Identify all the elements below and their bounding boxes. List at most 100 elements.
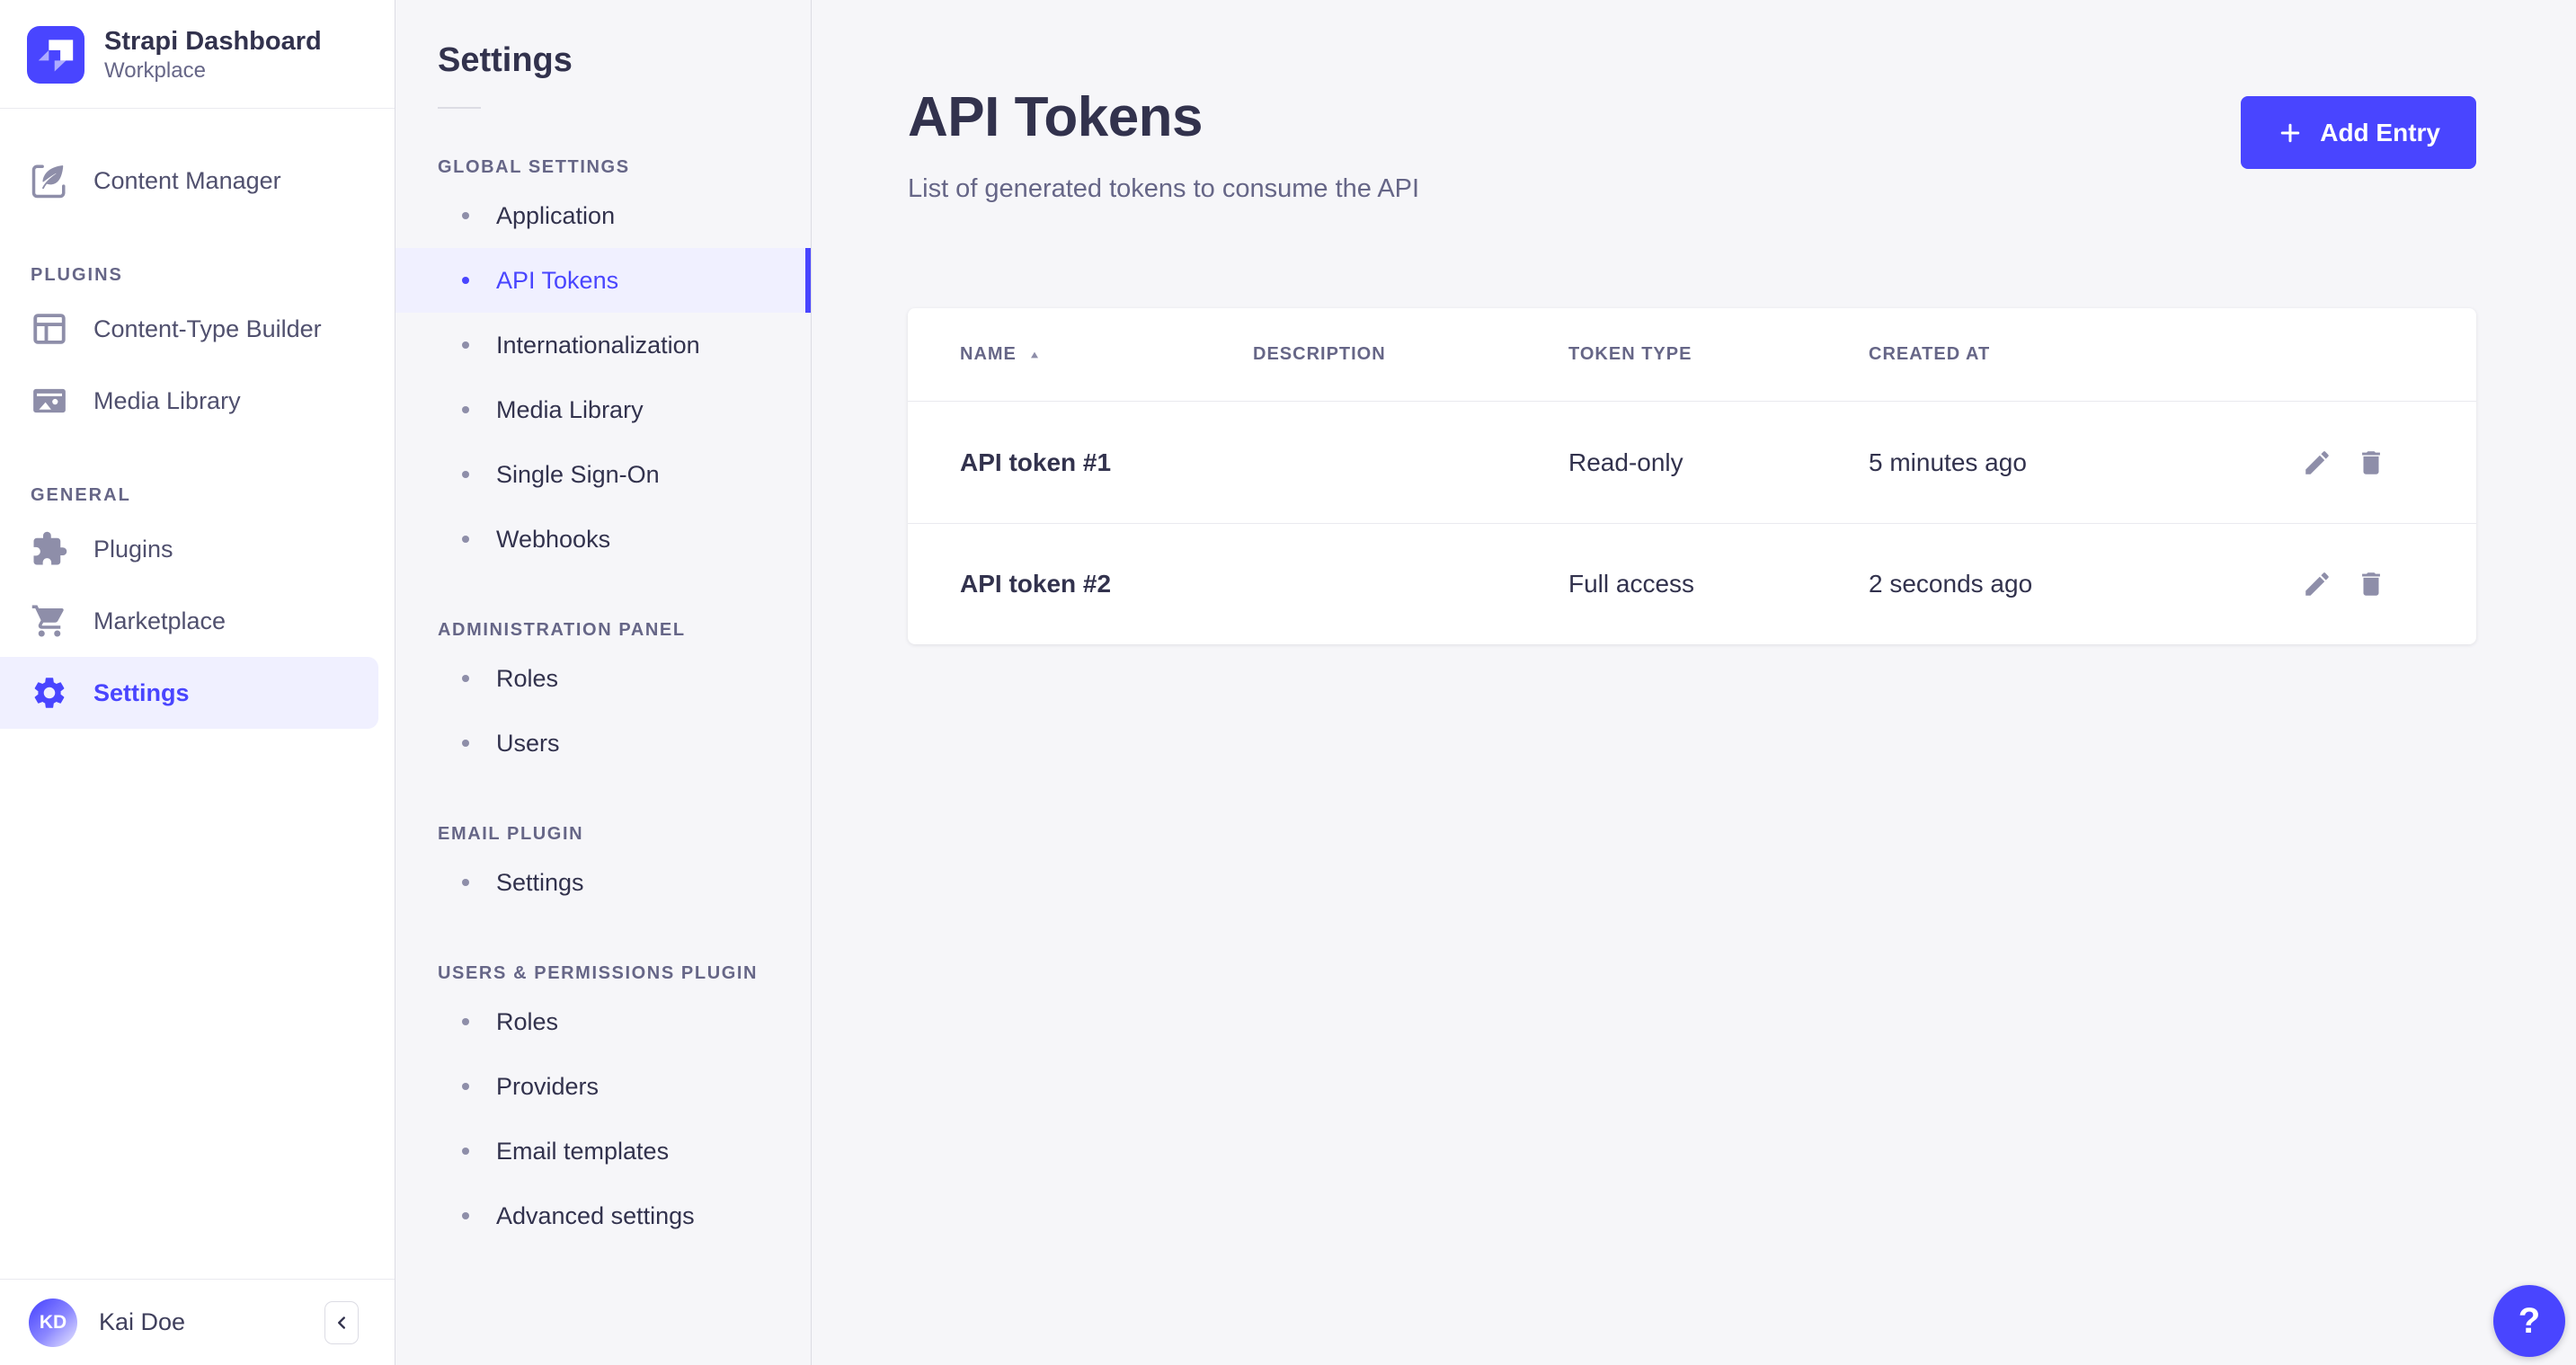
- subnav-item-label: Advanced settings: [496, 1202, 695, 1230]
- bullet-icon: [462, 740, 469, 747]
- token-created-at: 5 minutes ago: [1869, 448, 2302, 477]
- workspace-name: Workplace: [104, 58, 322, 84]
- subnav-item-providers[interactable]: Providers: [395, 1054, 811, 1119]
- subnav-item-label: Media Library: [496, 396, 644, 424]
- table-row[interactable]: API token #1 Read-only 5 minutes ago: [908, 402, 2476, 523]
- api-tokens-table: NAME DESCRIPTION TOKEN TYPE CREATED AT A: [908, 308, 2476, 644]
- bullet-icon: [462, 341, 469, 349]
- column-header-token-type[interactable]: TOKEN TYPE: [1568, 344, 1869, 365]
- subnav-divider: [438, 107, 481, 109]
- question-mark-icon: ?: [2518, 1301, 2540, 1342]
- bullet-icon: [462, 536, 469, 543]
- bullet-icon: [462, 1018, 469, 1025]
- bullet-icon: [462, 1083, 469, 1090]
- sidebar-item-marketplace[interactable]: Marketplace: [0, 585, 395, 657]
- sidebar-section-plugins: PLUGINS: [31, 265, 395, 286]
- app-title: Strapi Dashboard: [104, 25, 322, 58]
- subnav-item-webhooks[interactable]: Webhooks: [395, 507, 811, 572]
- help-button[interactable]: ?: [2493, 1285, 2565, 1357]
- settings-gear-icon: [31, 674, 68, 712]
- content-type-builder-icon: [31, 310, 68, 348]
- subnav-item-media-library[interactable]: Media Library: [395, 377, 811, 442]
- main-content: API Tokens List of generated tokens to c…: [812, 0, 2576, 1365]
- subnav-item-internationalization[interactable]: Internationalization: [395, 313, 811, 377]
- subnav-item-label: Single Sign-On: [496, 461, 660, 489]
- sidebar-item-settings[interactable]: Settings: [0, 657, 378, 729]
- page-subtitle: List of generated tokens to consume the …: [908, 174, 1419, 204]
- main-sidebar: Strapi Dashboard Workplace Content Manag…: [0, 0, 395, 1365]
- token-created-at: 2 seconds ago: [1869, 570, 2302, 598]
- sidebar-item-label: Content Manager: [93, 167, 281, 195]
- token-type: Full access: [1568, 570, 1869, 598]
- bullet-icon: [462, 675, 469, 682]
- column-header-description[interactable]: DESCRIPTION: [1253, 344, 1568, 365]
- workspace-brand[interactable]: Strapi Dashboard Workplace: [0, 0, 395, 109]
- sidebar-item-plugins[interactable]: Plugins: [0, 513, 395, 585]
- subnav-item-application[interactable]: Application: [395, 183, 811, 248]
- sidebar-item-label: Marketplace: [93, 607, 226, 635]
- column-header-created-at[interactable]: CREATED AT: [1869, 344, 2386, 365]
- column-header-name[interactable]: NAME: [960, 344, 1253, 365]
- subnav-item-admin-roles[interactable]: Roles: [395, 646, 811, 711]
- bullet-icon: [462, 471, 469, 478]
- sort-asc-icon[interactable]: [1027, 348, 1042, 362]
- token-name: API token #2: [960, 570, 1253, 598]
- sidebar-item-content-type-builder[interactable]: Content-Type Builder: [0, 293, 395, 365]
- subnav-title: Settings: [395, 41, 811, 80]
- settings-subnav: Settings GLOBAL SETTINGS Application API…: [395, 0, 812, 1365]
- strapi-logo-icon: [27, 26, 84, 84]
- sidebar-item-label: Content-Type Builder: [93, 315, 322, 343]
- page-header: API Tokens List of generated tokens to c…: [908, 85, 2476, 204]
- delete-token-button[interactable]: [2356, 569, 2386, 599]
- plugins-puzzle-icon: [31, 530, 68, 568]
- content-manager-icon: [31, 162, 68, 199]
- subnav-item-label: Roles: [496, 1008, 558, 1036]
- pencil-icon: [2302, 569, 2332, 599]
- sidebar-item-content-manager[interactable]: Content Manager: [0, 145, 395, 217]
- add-entry-button[interactable]: Add Entry: [2241, 96, 2476, 169]
- subnav-section-users-permissions-plugin: USERS & PERMISSIONS PLUGIN: [438, 963, 811, 984]
- plus-icon: [2277, 120, 2304, 146]
- bullet-icon: [462, 1148, 469, 1155]
- trash-icon: [2356, 569, 2386, 599]
- delete-token-button[interactable]: [2356, 448, 2386, 478]
- bullet-icon: [462, 406, 469, 413]
- bullet-icon: [462, 277, 469, 284]
- add-entry-label: Add Entry: [2320, 119, 2440, 147]
- subnav-item-email-templates[interactable]: Email templates: [395, 1119, 811, 1183]
- edit-token-button[interactable]: [2302, 569, 2332, 599]
- subnav-item-admin-users[interactable]: Users: [395, 711, 811, 776]
- subnav-section-administration-panel: ADMINISTRATION PANEL: [438, 620, 811, 641]
- subnav-item-label: Providers: [496, 1073, 599, 1101]
- subnav-item-label: Email templates: [496, 1138, 669, 1166]
- bullet-icon: [462, 212, 469, 219]
- sidebar-item-media-library[interactable]: Media Library: [0, 365, 395, 437]
- chevron-left-icon: [332, 1313, 351, 1333]
- subnav-item-advanced-settings[interactable]: Advanced settings: [395, 1183, 811, 1248]
- subnav-section-global-settings: GLOBAL SETTINGS: [438, 157, 811, 178]
- subnav-item-label: Users: [496, 730, 560, 758]
- sidebar-item-label: Plugins: [93, 536, 173, 563]
- subnav-item-email-settings[interactable]: Settings: [395, 850, 811, 915]
- pencil-icon: [2302, 448, 2332, 478]
- page-title: API Tokens: [908, 85, 1419, 149]
- bullet-icon: [462, 1212, 469, 1219]
- subnav-item-api-tokens[interactable]: API Tokens: [395, 248, 811, 313]
- subnav-item-label: Roles: [496, 665, 558, 693]
- sidebar-nav: Content Manager PLUGINS Content-Type Bui…: [0, 109, 395, 1279]
- table-row[interactable]: API token #2 Full access 2 seconds ago: [908, 523, 2476, 644]
- subnav-section-email-plugin: EMAIL PLUGIN: [438, 824, 811, 845]
- subnav-item-single-sign-on[interactable]: Single Sign-On: [395, 442, 811, 507]
- collapse-sidebar-button[interactable]: [324, 1301, 359, 1344]
- trash-icon: [2356, 448, 2386, 478]
- sidebar-item-label: Settings: [93, 679, 190, 707]
- subnav-item-up-roles[interactable]: Roles: [395, 989, 811, 1054]
- user-name: Kai Doe: [99, 1308, 185, 1336]
- subnav-item-label: API Tokens: [496, 267, 618, 295]
- subnav-item-label: Application: [496, 202, 615, 230]
- subnav-item-label: Internationalization: [496, 332, 700, 359]
- edit-token-button[interactable]: [2302, 448, 2332, 478]
- user-avatar[interactable]: KD: [29, 1299, 77, 1347]
- table-header-row: NAME DESCRIPTION TOKEN TYPE CREATED AT: [908, 308, 2476, 402]
- sidebar-item-label: Media Library: [93, 387, 241, 415]
